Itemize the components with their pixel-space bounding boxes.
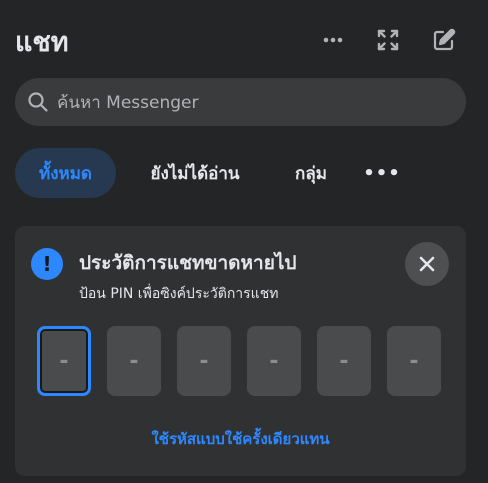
use-one-time-code-link[interactable]: ใช้รหัสแบบใช้ครั้งเดียวแทน	[15, 427, 466, 451]
search-icon	[28, 92, 48, 112]
close-icon	[419, 256, 435, 272]
more-options-button[interactable]	[315, 22, 351, 58]
close-button[interactable]	[405, 242, 449, 286]
tab-groups[interactable]: กลุ่ม	[280, 148, 342, 198]
missing-history-card: ! ประวัติการแชทขาดหายไป ป้อน PIN เพื่อซิ…	[15, 226, 466, 476]
new-message-icon	[433, 28, 456, 51]
chat-header: แชท	[15, 18, 473, 62]
card-title: ประวัติการแชทขาดหายไป	[79, 252, 297, 274]
tab-all[interactable]: ทั้งหมด	[15, 148, 116, 198]
card-subtitle: ป้อน PIN เพื่อซิงค์ประวัติการแชท	[79, 286, 279, 302]
more-horizontal-icon	[323, 37, 343, 43]
search-bar	[15, 78, 466, 128]
expand-icon	[377, 29, 399, 51]
chat-panel: แชท ค้นหา Messenger ทั้งหมด ยังไม่ได้อ่า…	[0, 0, 488, 483]
pin-digit-5[interactable]: -	[317, 326, 371, 396]
alert-icon: !	[31, 248, 63, 280]
pin-digit-2[interactable]: -	[107, 326, 161, 396]
pin-digit-6[interactable]: -	[387, 326, 441, 396]
pin-digit-3[interactable]: -	[177, 326, 231, 396]
tab-more-button[interactable]: •••	[360, 148, 404, 198]
tab-unread[interactable]: ยังไม่ได้อ่าน	[130, 148, 260, 198]
expand-button[interactable]	[370, 22, 406, 58]
pin-digit-1[interactable]: -	[37, 326, 91, 396]
page-title: แชท	[15, 27, 69, 58]
filter-tabs: ทั้งหมด ยังไม่ได้อ่าน กลุ่ม •••	[15, 148, 473, 198]
search-input[interactable]	[55, 78, 459, 128]
new-message-button[interactable]	[426, 22, 462, 58]
pin-input-row: - - - - - -	[37, 326, 442, 400]
pin-digit-4[interactable]: -	[247, 326, 301, 396]
